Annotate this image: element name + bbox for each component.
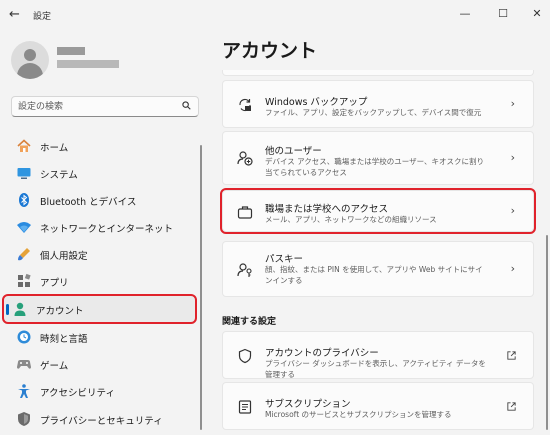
card-account-privacy[interactable]: アカウントのプライバシー プライバシー ダッシュボードを表示し、アクティビティ … xyxy=(222,331,534,379)
search-icon[interactable] xyxy=(182,101,191,110)
close-icon[interactable]: ✕ xyxy=(527,4,547,24)
sidebar-item-personalization[interactable]: 個人用設定 xyxy=(8,241,196,267)
card-title: アカウントのプライバシー xyxy=(265,348,379,359)
sidebar-item-network[interactable]: ネットワークとインターネット xyxy=(8,214,196,240)
sidebar-item-label: アクセシビリティ xyxy=(40,388,115,399)
related-settings-heading: 関連する設定 xyxy=(222,317,277,327)
monitor-icon xyxy=(17,168,31,179)
sidebar-item-system[interactable]: システム xyxy=(8,160,196,186)
accessibility-icon xyxy=(18,384,30,398)
selection-indicator xyxy=(6,304,9,315)
sidebar-item-bluetooth[interactable]: Bluetooth とデバイス xyxy=(8,187,196,213)
briefcase-icon xyxy=(237,206,253,219)
sidebar-item-label: ゲーム xyxy=(40,361,69,372)
gamepad-icon xyxy=(17,360,31,369)
person-icon xyxy=(14,302,26,316)
card-passkeys[interactable]: パスキー 顔、指紋、または PIN を使用して、アプリや Web サイトにサイン… xyxy=(222,241,534,297)
shield-icon xyxy=(18,412,30,426)
sidebar-item-home[interactable]: ホーム xyxy=(8,133,196,159)
clock-globe-icon xyxy=(17,330,31,344)
brush-icon xyxy=(18,248,30,261)
sidebar-item-accessibility[interactable]: アクセシビリティ xyxy=(8,378,196,404)
chevron-right-icon: › xyxy=(510,204,515,217)
sidebar-item-label: アカウント xyxy=(36,306,84,317)
external-link-icon xyxy=(507,351,516,360)
bluetooth-icon xyxy=(19,193,29,207)
redacted-user-name xyxy=(57,47,85,55)
card-title: 職場または学校へのアクセス xyxy=(265,204,389,215)
card-description: プライバシー ダッシュボードを表示し、アクティビティ データを管理する xyxy=(265,359,486,379)
avatar[interactable] xyxy=(11,41,49,79)
add-user-icon xyxy=(237,151,253,166)
search-input[interactable] xyxy=(18,100,178,114)
shield-icon xyxy=(238,348,252,364)
passkey-icon xyxy=(237,263,252,277)
card-description: Microsoft のサービスとサブスクリプションを管理する xyxy=(265,410,452,419)
sidebar-item-label: 時刻と言語 xyxy=(40,334,88,345)
minimize-icon[interactable]: — xyxy=(455,4,475,24)
back-arrow-icon[interactable]: ← xyxy=(9,8,23,22)
title-bar: ← 設定 — ☐ ✕ xyxy=(0,0,550,30)
card-work-school-access[interactable]: 職場または学校へのアクセス メール、アプリ、ネットワークなどの組織リソース › xyxy=(220,188,536,234)
card-other-users[interactable]: 他のユーザー デバイス アクセス、職場または学校のユーザー、キオスクに割り当てら… xyxy=(222,131,534,185)
chevron-right-icon: › xyxy=(510,151,515,164)
avatar-head xyxy=(24,49,36,61)
card-description: デバイス アクセス、職場または学校のユーザー、キオスクに割り当てられているアクセ… xyxy=(265,157,485,177)
sidebar-item-label: 個人用設定 xyxy=(40,251,88,262)
scrolled-card-edge xyxy=(222,70,534,76)
subscription-icon xyxy=(238,400,252,414)
avatar-body xyxy=(17,63,43,79)
sidebar-item-privacy[interactable]: プライバシーとセキュリティ xyxy=(8,406,196,432)
card-title: Windows バックアップ xyxy=(265,97,368,108)
sidebar-item-label: システム xyxy=(40,170,78,181)
sidebar-item-apps[interactable]: アプリ xyxy=(8,268,196,294)
chevron-right-icon: › xyxy=(510,262,515,275)
card-subscriptions[interactable]: サブスクリプション Microsoft のサービスとサブスクリプションを管理する xyxy=(222,382,534,430)
wifi-icon xyxy=(17,222,31,233)
sidebar-item-label: ネットワークとインターネット xyxy=(40,224,174,235)
chevron-right-icon: › xyxy=(510,97,515,110)
card-description: 顔、指紋、または PIN を使用して、アプリや Web サイトにサインインする xyxy=(265,265,483,285)
sidebar-item-gaming[interactable]: ゲーム xyxy=(8,351,196,377)
sidebar-item-label: アプリ xyxy=(40,278,69,289)
card-title: サブスクリプション xyxy=(265,399,351,410)
window-title: 設定 xyxy=(33,12,52,22)
redacted-user-email xyxy=(57,60,119,68)
card-windows-backup[interactable]: Windows バックアップ ファイル、アプリ、設定をバックアップして、デバイス… xyxy=(222,80,534,128)
maximize-icon[interactable]: ☐ xyxy=(493,4,513,24)
card-description: ファイル、アプリ、設定をバックアップして、デバイス間で復元 xyxy=(265,108,482,117)
external-link-icon xyxy=(507,402,516,411)
main-scrollbar[interactable] xyxy=(546,235,548,430)
backup-icon xyxy=(239,98,251,112)
card-title: 他のユーザー xyxy=(265,146,322,157)
page-title: アカウント xyxy=(222,40,318,62)
sidebar-item-label: ホーム xyxy=(40,143,69,154)
sidebar-item-time-language[interactable]: 時刻と言語 xyxy=(8,324,196,350)
sidebar-scrollbar[interactable] xyxy=(200,145,202,430)
sidebar-item-accounts[interactable]: アカウント xyxy=(2,294,197,324)
card-title: パスキー xyxy=(265,254,304,265)
sidebar-item-label: Bluetooth とデバイス xyxy=(40,197,137,208)
card-description: メール、アプリ、ネットワークなどの組織リソース xyxy=(265,215,437,224)
search-box[interactable] xyxy=(11,96,199,117)
home-icon xyxy=(17,139,31,152)
apps-icon xyxy=(18,273,31,287)
sidebar-item-label: プライバシーとセキュリティ xyxy=(40,416,163,427)
